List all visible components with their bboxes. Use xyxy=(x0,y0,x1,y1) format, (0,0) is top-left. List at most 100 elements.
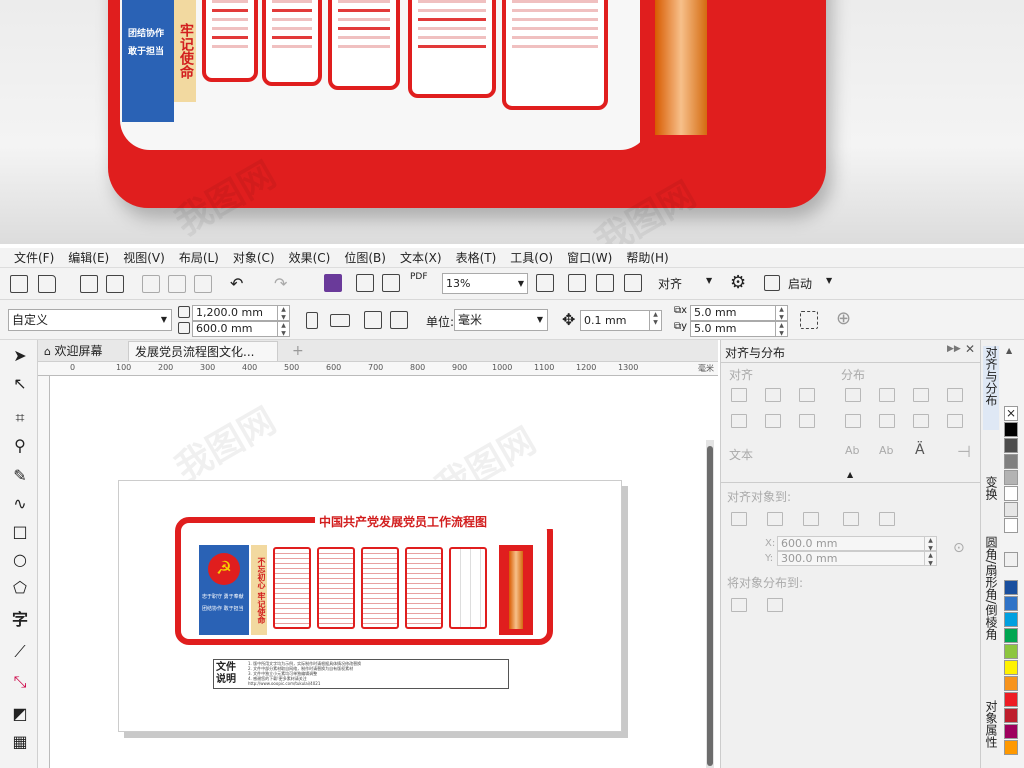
units-select[interactable]: 毫米 ▼ xyxy=(454,309,548,331)
distribute-left-icon[interactable] xyxy=(845,388,861,402)
design-card-2[interactable] xyxy=(317,547,355,629)
distribute-bottom-icon[interactable] xyxy=(947,414,963,428)
bleed-icon[interactable] xyxy=(800,311,818,329)
file-notes-box[interactable]: 文件说明 1. 版中所用文字均为示例，实际制作时请根据具体情况修改替换 2. 文… xyxy=(213,659,509,689)
color-swatch[interactable] xyxy=(1004,676,1018,691)
open-folder-icon[interactable] xyxy=(38,275,56,293)
color-swatch[interactable] xyxy=(1004,580,1018,595)
duplicate-x-input[interactable]: 5.0 mm ▲ ▼ xyxy=(690,305,788,321)
distribute-middle-icon[interactable] xyxy=(879,414,895,428)
side-tab-properties[interactable]: 对象属性 xyxy=(983,700,999,766)
color-swatch[interactable] xyxy=(1004,660,1018,675)
page-height-input[interactable]: 600.0 mm ▲ ▼ xyxy=(192,321,290,337)
menu-text[interactable]: 文本(X) xyxy=(400,248,442,267)
text-tool-icon[interactable]: 字 xyxy=(10,610,30,630)
color-swatch[interactable] xyxy=(1004,596,1018,611)
specified-point-icon[interactable] xyxy=(879,512,895,526)
text-outline-icon[interactable]: ⊣ xyxy=(957,442,971,461)
shape-tool-icon[interactable]: ↖ xyxy=(10,374,30,394)
publish-pdf-icon[interactable]: PDF xyxy=(410,272,428,282)
scrollbar-thumb[interactable] xyxy=(707,446,713,766)
side-tab-fillet[interactable]: 圆角/扇形角/倒棱角 xyxy=(983,536,999,674)
menu-effects[interactable]: 效果(C) xyxy=(289,248,331,267)
undo-icon[interactable]: ↶ xyxy=(230,274,243,293)
new-tab-icon[interactable]: + xyxy=(286,341,304,361)
rulers-icon[interactable] xyxy=(568,274,586,292)
design-blue-panel[interactable]: ☭ 忠于职守 勇于奉献 团结协作 敢于担当 xyxy=(199,545,249,635)
paste-icon[interactable] xyxy=(194,275,212,293)
menu-edit[interactable]: 编辑(E) xyxy=(68,248,109,267)
grid-icon[interactable] xyxy=(843,512,859,526)
add-icon[interactable]: ⊕ xyxy=(836,308,851,329)
menu-view[interactable]: 视图(V) xyxy=(123,248,165,267)
transparency-icon[interactable]: ▦ xyxy=(10,732,30,752)
dup-y-spinner-icon[interactable]: ▲ ▼ xyxy=(775,322,787,337)
ellipse-tool-icon[interactable]: ○ xyxy=(10,550,30,570)
document-page[interactable]: 中国共产党发展党员工作流程图 ☭ 忠于职守 勇于奉献 团结协作 敢于担当 不忘初… xyxy=(118,480,622,732)
duplicate-y-input[interactable]: 5.0 mm ▲ ▼ xyxy=(690,321,788,337)
gear-icon[interactable]: ⚙ xyxy=(730,272,746,293)
color-swatch[interactable] xyxy=(1004,422,1018,437)
rectangle-tool-icon[interactable]: □ xyxy=(10,522,30,542)
text-baseline-first-icon[interactable]: Ab xyxy=(845,444,860,457)
crop-tool-icon[interactable]: ⌗ xyxy=(10,408,30,428)
chevron-down-icon[interactable]: ▼ xyxy=(706,276,712,285)
side-tab-align[interactable]: 对齐与分布 xyxy=(983,346,999,430)
align-bottom-icon[interactable] xyxy=(799,414,815,428)
color-swatch[interactable] xyxy=(1004,470,1018,485)
color-swatch[interactable] xyxy=(1004,708,1018,723)
color-swatch[interactable] xyxy=(1004,628,1018,643)
design-card-5[interactable] xyxy=(449,547,487,629)
color-swatch[interactable] xyxy=(1004,644,1018,659)
tab-welcome[interactable]: ⌂ 欢迎屏幕 xyxy=(38,341,128,361)
connector-tool-icon[interactable]: ⤡ xyxy=(10,672,30,692)
side-tab-transform[interactable]: 变换 xyxy=(983,476,999,516)
color-swatch[interactable] xyxy=(1004,486,1018,501)
distribute-top-icon[interactable] xyxy=(845,414,861,428)
chevron-up-icon[interactable]: ▲ xyxy=(847,470,853,479)
design-card-1[interactable] xyxy=(273,547,311,629)
distribute-right-icon[interactable] xyxy=(947,388,963,402)
nudge-spinner-icon[interactable]: ▲ ▼ xyxy=(649,311,661,330)
y-position-input[interactable]: 300.0 mm ▲ ▼ xyxy=(777,551,937,567)
drawing-canvas[interactable]: 我图网 我图网 中国共产党发展党员工作流程图 ☭ 忠于职守 勇于奉献 团结协作 … xyxy=(50,376,718,768)
import-icon[interactable] xyxy=(356,274,374,292)
target-icon[interactable]: ⊙ xyxy=(953,540,965,556)
color-swatch[interactable] xyxy=(1004,454,1018,469)
color-swatch[interactable] xyxy=(1004,438,1018,453)
x-position-input[interactable]: 600.0 mm ▲ ▼ xyxy=(777,536,937,552)
vertical-scrollbar[interactable] xyxy=(706,440,714,768)
color-swatch[interactable] xyxy=(1004,740,1018,755)
menu-bitmaps[interactable]: 位图(B) xyxy=(344,248,386,267)
design-card-4[interactable] xyxy=(405,547,443,629)
print-icon[interactable] xyxy=(106,275,124,293)
color-swatch[interactable] xyxy=(1004,552,1018,567)
guidelines-icon[interactable] xyxy=(624,274,642,292)
new-document-icon[interactable] xyxy=(10,275,28,293)
portrait-icon[interactable] xyxy=(306,312,318,329)
export-icon[interactable] xyxy=(382,274,400,292)
design-title[interactable]: 中国共产党发展党员工作流程图 xyxy=(319,513,487,530)
grid-icon[interactable] xyxy=(596,274,614,292)
freehand-tool-icon[interactable]: ✎ xyxy=(10,466,30,486)
y-spinner-icon[interactable]: ▲ ▼ xyxy=(924,552,936,567)
text-bbox-icon[interactable]: Ä xyxy=(915,442,925,458)
align-top-icon[interactable] xyxy=(731,414,747,428)
x-spinner-icon[interactable]: ▲ ▼ xyxy=(924,537,936,552)
color-swatch[interactable] xyxy=(1004,692,1018,707)
menu-table[interactable]: 表格(T) xyxy=(456,248,497,267)
current-page-icon[interactable] xyxy=(390,311,408,329)
align-center-v-icon[interactable] xyxy=(765,414,781,428)
palette-up-icon[interactable]: ▲ xyxy=(1006,346,1012,355)
align-right-icon[interactable] xyxy=(799,388,815,402)
distribute-v-spacing-icon[interactable] xyxy=(913,414,929,428)
save-icon[interactable] xyxy=(80,275,98,293)
snap-to-button[interactable]: 对齐 xyxy=(658,275,682,292)
full-screen-icon[interactable] xyxy=(536,274,554,292)
close-icon[interactable]: ✕ xyxy=(965,342,975,356)
active-objects-icon[interactable] xyxy=(731,512,747,526)
polygon-tool-icon[interactable]: ⬠ xyxy=(10,578,30,598)
color-swatch[interactable] xyxy=(1004,502,1018,517)
page-center-icon[interactable] xyxy=(803,512,819,526)
design-red-side[interactable] xyxy=(499,545,533,635)
